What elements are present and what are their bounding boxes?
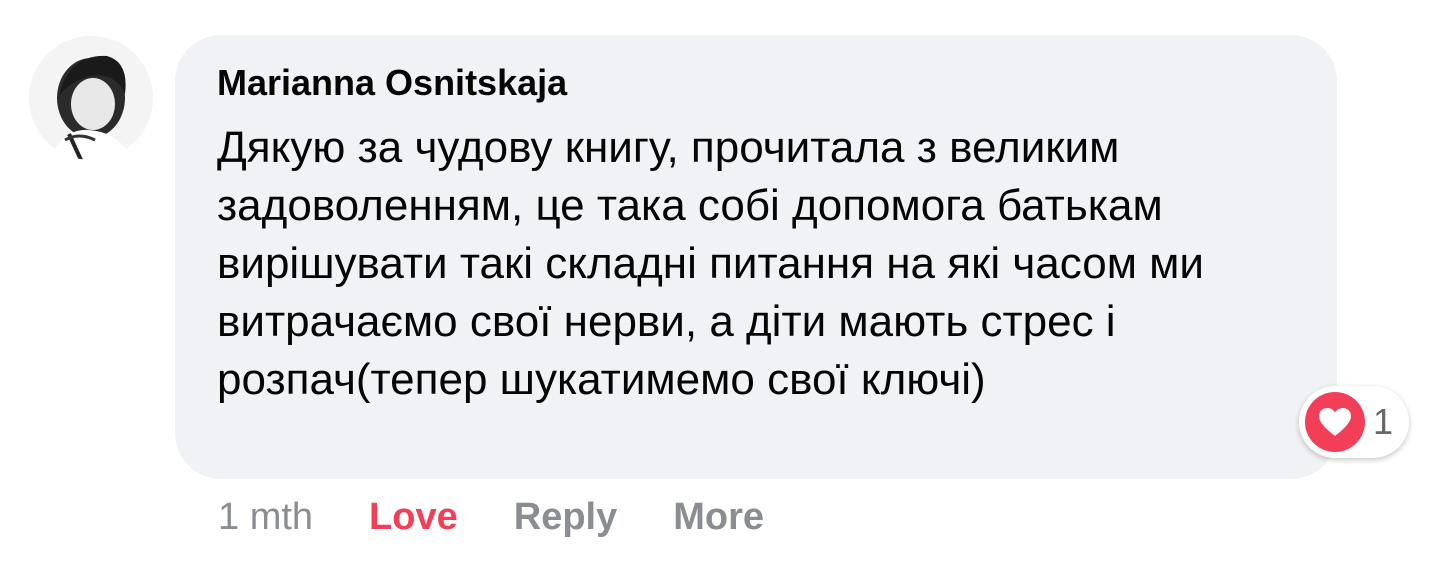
more-button[interactable]: More	[673, 492, 764, 542]
reply-button[interactable]: Reply	[514, 492, 617, 542]
comment-text: Дякую за чудову книгу, прочитала з велик…	[217, 123, 1204, 404]
author-name[interactable]: Marianna Osnitskaja	[217, 61, 1297, 105]
avatar[interactable]	[29, 36, 153, 160]
heart-icon	[1305, 392, 1365, 452]
comment-actions: 1 mth Love Reply More	[218, 492, 820, 542]
reaction-count: 1	[1373, 401, 1394, 442]
love-button[interactable]: Love	[369, 492, 458, 542]
timestamp[interactable]: 1 mth	[218, 492, 313, 542]
reaction-summary[interactable]: 1	[1299, 386, 1409, 458]
comment-bubble: Marianna Osnitskaja Дякую за чудову книг…	[175, 35, 1337, 479]
avatar-photo	[29, 36, 153, 160]
comment: Marianna Osnitskaja Дякую за чудову книг…	[0, 0, 1439, 561]
